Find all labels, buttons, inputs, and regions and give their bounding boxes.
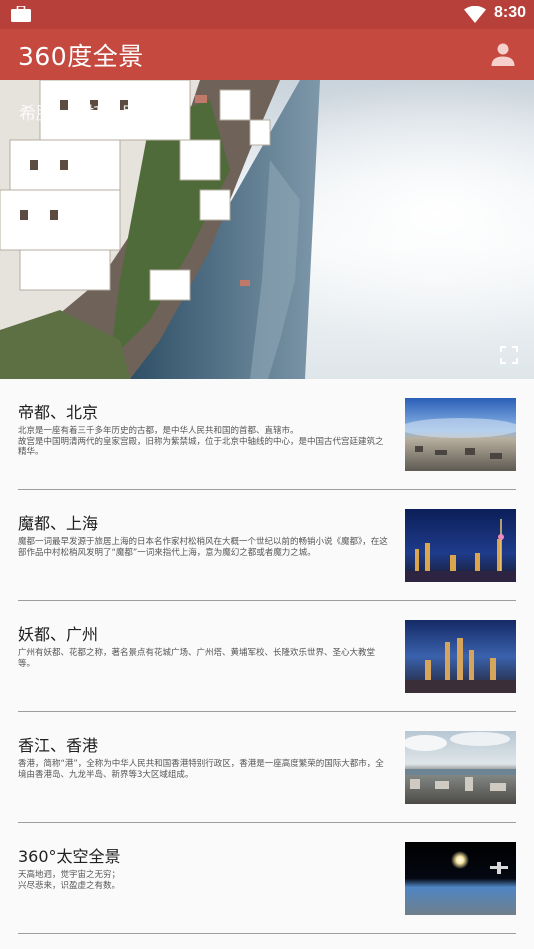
item-title: 妖都、广州 [18, 625, 99, 644]
item-title: 香江、香港 [18, 736, 99, 755]
thumbnail-shanghai [405, 509, 516, 582]
item-description: 香港，简称“港”，全称为中华人民共和国香港特别行政区，香港是一座高度繁荣的国际大… [18, 759, 384, 780]
item-description: 广州有妖都、花都之称，著名景点有花城广场、广州塔、黄埔军校、长隆欢乐世界、圣心大… [18, 648, 376, 669]
item-description: 北京是一座有着三千多年历史的古都，是中华人民共和国的首都、直辖市。 故宫是中国明… [18, 426, 384, 457]
panorama-image [0, 80, 534, 379]
fullscreen-icon[interactable] [500, 346, 518, 364]
list-item[interactable]: 妖都、广州 广州有妖都、花都之称，著名景点有花城广场、广州塔、黄埔军校、长隆欢乐… [18, 601, 516, 712]
item-title: 帝都、北京 [18, 403, 99, 422]
page-title: 360度全景 [18, 42, 144, 71]
thumbnail-space [405, 842, 516, 915]
list-item[interactable]: 帝都、北京 北京是一座有着三千多年历史的古都，是中华人民共和国的首都、直辖市。 … [18, 379, 516, 490]
item-title: 360°太空全景 [18, 847, 121, 866]
list-item[interactable]: 香江、香港 香港，简称“港”，全称为中华人民共和国香港特别行政区，香港是一座高度… [18, 712, 516, 823]
hero-caption: 希腊、圣托里尼岛 [19, 104, 155, 124]
status-bar: 8:30 [0, 0, 534, 29]
account-icon[interactable] [491, 42, 515, 66]
wifi-icon [464, 6, 486, 23]
thumbnail-hongkong [405, 731, 516, 804]
briefcase-icon [11, 6, 31, 22]
status-time: 8:30 [494, 4, 527, 21]
app-bar: 360度全景 [0, 29, 534, 80]
item-description: 天高地迥，觉宇宙之无穷； 兴尽悲来，识盈虚之有数。 [18, 870, 121, 891]
hero-panorama[interactable]: 希腊、圣托里尼岛 [0, 80, 534, 379]
list-item[interactable]: 魔都、上海 魔都一词最早发源于旅居上海的日本名作家村松梢风在大概一个世纪以前的畅… [18, 490, 516, 601]
item-description: 魔都一词最早发源于旅居上海的日本名作家村松梢风在大概一个世纪以前的畅销小说《魔都… [18, 537, 388, 558]
thumbnail-guangzhou [405, 620, 516, 693]
item-title: 魔都、上海 [18, 514, 99, 533]
list-item[interactable]: 360°太空全景 天高地迥，觉宇宙之无穷； 兴尽悲来，识盈虚之有数。 [18, 823, 516, 934]
thumbnail-beijing [405, 398, 516, 471]
